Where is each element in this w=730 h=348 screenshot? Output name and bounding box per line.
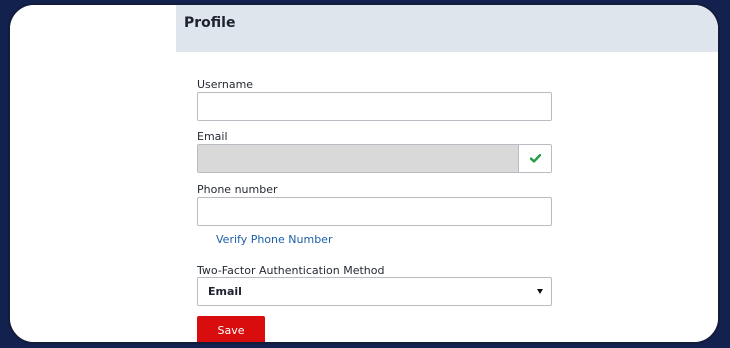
email-label: Email	[197, 130, 228, 143]
panel-header: Profile	[176, 5, 718, 52]
profile-panel: Profile Username Email Phone number Veri…	[176, 5, 718, 342]
two-factor-selected-value: Email	[208, 285, 242, 298]
two-factor-label: Two-Factor Authentication Method	[197, 264, 385, 277]
email-field-group	[197, 144, 552, 173]
username-input[interactable]	[197, 92, 552, 121]
email-verified-indicator	[519, 145, 551, 172]
page-title: Profile	[184, 15, 236, 31]
username-label: Username	[197, 78, 254, 91]
caret-down-icon	[537, 289, 543, 294]
screenshot-stage: Profile Username Email Phone number Veri…	[0, 0, 730, 348]
email-input[interactable]	[198, 145, 519, 172]
two-factor-select[interactable]: Email	[197, 277, 552, 306]
phone-input[interactable]	[197, 197, 552, 226]
verify-phone-link[interactable]: Verify Phone Number	[216, 233, 332, 246]
save-button[interactable]: Save	[197, 316, 265, 342]
check-icon	[529, 154, 541, 163]
phone-label: Phone number	[197, 183, 278, 196]
app-frame: Profile Username Email Phone number Veri…	[8, 3, 720, 344]
left-sidebar	[10, 5, 176, 342]
